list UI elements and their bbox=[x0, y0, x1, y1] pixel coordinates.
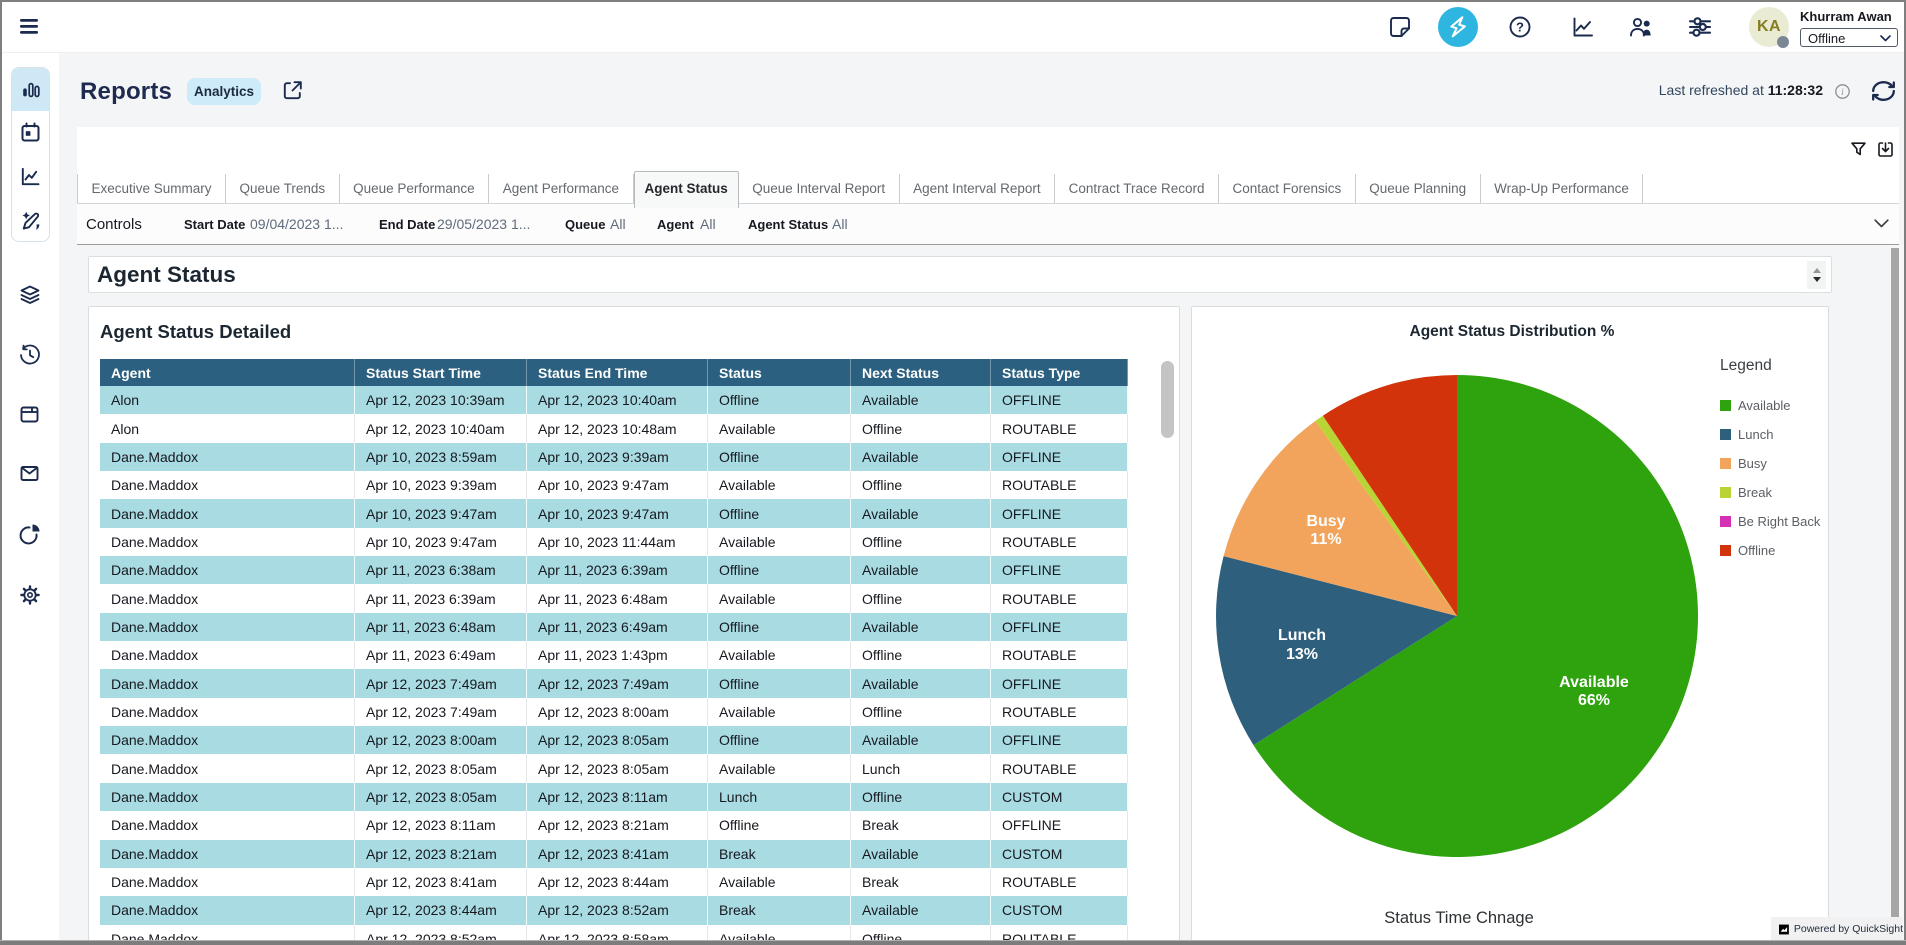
svg-text:13%: 13% bbox=[1286, 646, 1318, 663]
svg-text:11%: 11% bbox=[1310, 531, 1341, 548]
svg-text:?: ? bbox=[1516, 19, 1524, 34]
svg-text:66%: 66% bbox=[1578, 692, 1610, 709]
svg-text:Lunch: Lunch bbox=[1278, 627, 1326, 644]
svg-text:Busy: Busy bbox=[1306, 513, 1345, 530]
svg-text:Available: Available bbox=[1559, 674, 1629, 691]
svg-text:i: i bbox=[1841, 88, 1844, 98]
